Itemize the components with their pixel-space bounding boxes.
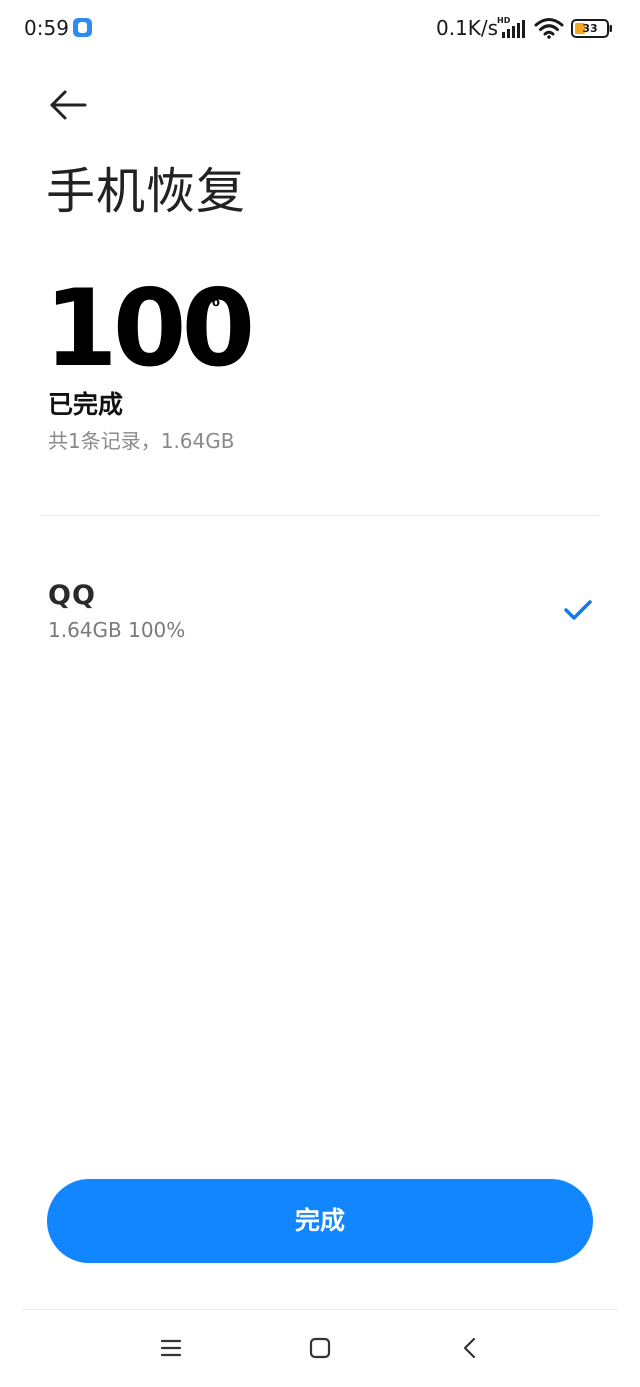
arrow-left-icon bbox=[50, 90, 87, 120]
checkmark-icon bbox=[564, 600, 592, 620]
chevron-left-icon[interactable] bbox=[458, 1334, 482, 1362]
percent-unit: % bbox=[202, 290, 221, 311]
status-bar: 0:59 0.1K/s HD 33 bbox=[0, 0, 640, 56]
nav-divider bbox=[22, 1309, 618, 1310]
network-speed: 0.1K/s bbox=[436, 16, 499, 40]
app-notification-icon bbox=[73, 18, 92, 37]
record-summary: 共1条记录，1.64GB bbox=[48, 429, 235, 453]
menu-icon[interactable] bbox=[158, 1336, 184, 1360]
cellular-signal-icon bbox=[502, 20, 525, 38]
app-name: QQ bbox=[48, 580, 96, 611]
status-time: 0:59 bbox=[24, 16, 69, 40]
done-button[interactable]: 完成 bbox=[47, 1179, 593, 1263]
home-square-icon[interactable] bbox=[306, 1334, 334, 1362]
completion-status: 已完成 bbox=[48, 390, 124, 419]
divider bbox=[40, 515, 599, 516]
wifi-icon bbox=[534, 18, 564, 39]
list-item: QQ 1.64GB 100% bbox=[0, 560, 640, 660]
page-title: 手机恢复 bbox=[46, 163, 247, 220]
back-button[interactable] bbox=[46, 84, 92, 126]
app-detail: 1.64GB 100% bbox=[48, 618, 186, 642]
progress-percent: 100 bbox=[44, 267, 255, 390]
battery-level: 33 bbox=[582, 22, 598, 35]
